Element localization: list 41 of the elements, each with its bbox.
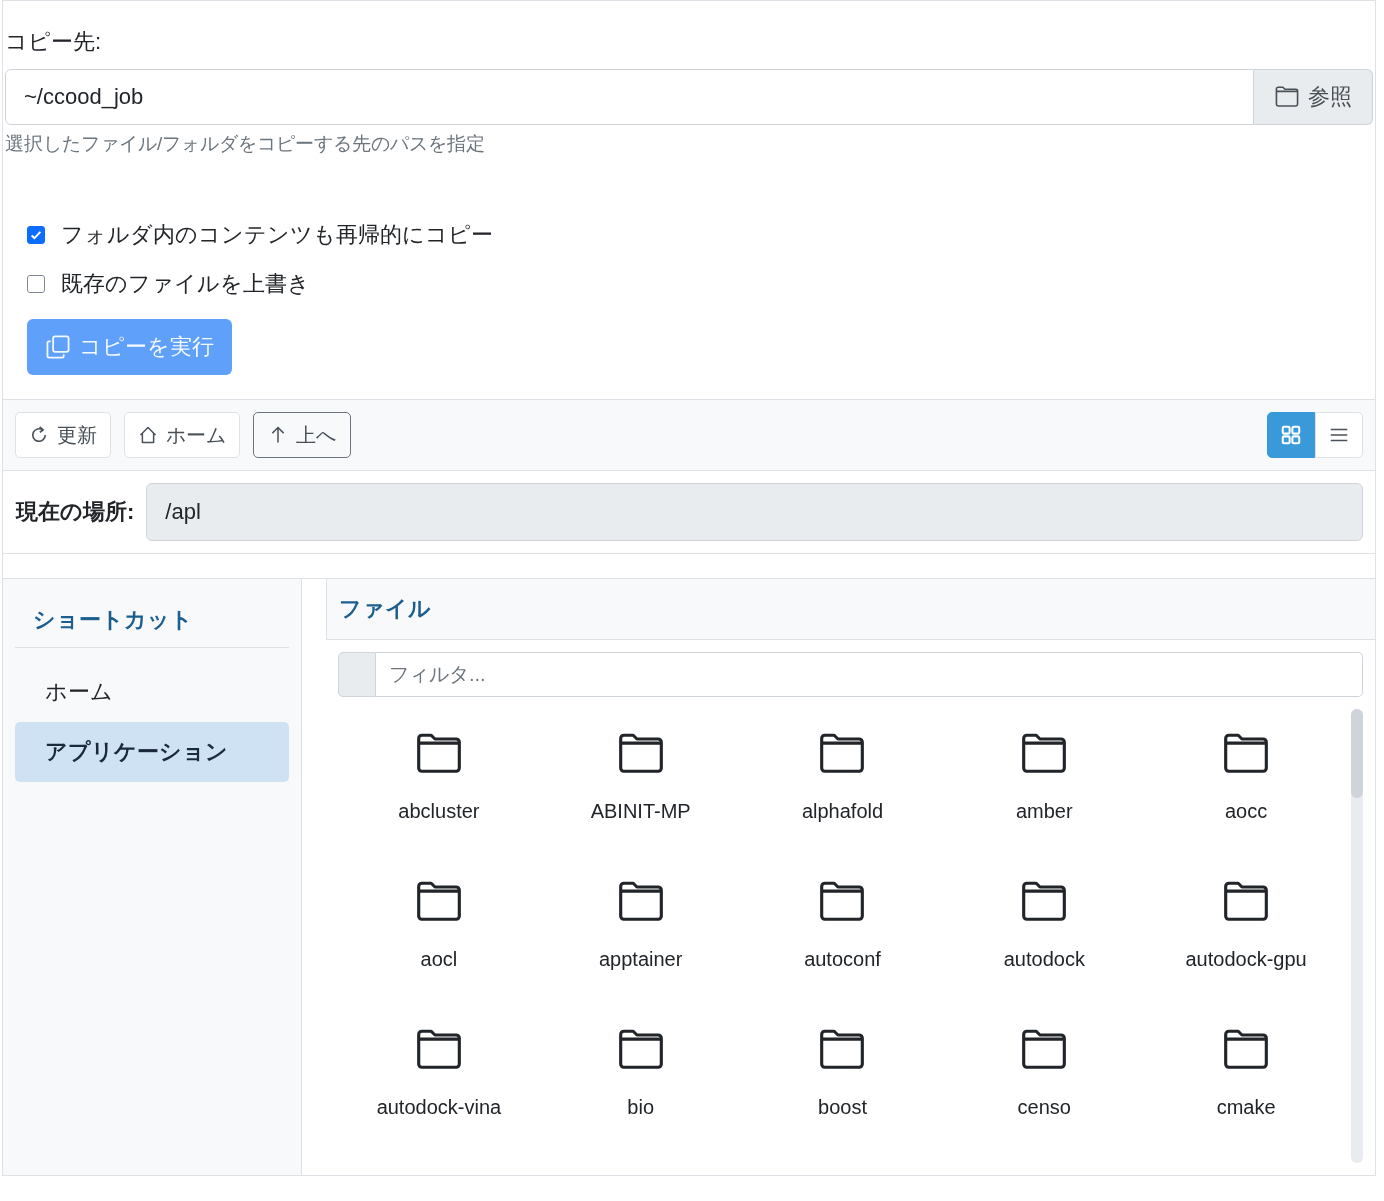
folder-name[interactable]: autoconf bbox=[804, 946, 881, 971]
toolbar-button[interactable]: 上へ bbox=[253, 411, 351, 458]
help-text: 選択したファイル/フォルダをコピーする先のパスを指定 bbox=[5, 133, 487, 157]
folder-name[interactable]: bio bbox=[627, 1094, 655, 1119]
folder-name[interactable]: aocl bbox=[420, 946, 458, 971]
sidebar-item[interactable]: アプリケーション bbox=[15, 722, 289, 783]
checkbox[interactable] bbox=[27, 226, 45, 245]
grid-view-icon bbox=[1280, 423, 1302, 446]
folder-name[interactable]: ABINIT-MP bbox=[590, 798, 691, 823]
files-header: ファイル bbox=[326, 578, 1375, 640]
folder-name[interactable]: autodock-vina bbox=[376, 1094, 502, 1119]
folder-name[interactable]: cmake bbox=[1216, 1094, 1276, 1119]
folder-name[interactable]: autodock bbox=[1003, 946, 1085, 971]
filter-field[interactable]: フィルタ... bbox=[376, 651, 1363, 697]
location-path-field: /apl bbox=[146, 482, 1363, 541]
folder-name[interactable]: amber bbox=[1015, 798, 1073, 823]
view-toggle-button[interactable] bbox=[1267, 411, 1315, 458]
sidebar-item[interactable]: ホーム bbox=[15, 662, 289, 723]
folder-name[interactable]: abcluster bbox=[398, 798, 480, 823]
checkbox[interactable] bbox=[27, 274, 45, 293]
folder-name[interactable]: apptainer bbox=[599, 946, 683, 971]
toolbar-button[interactable]: ホーム bbox=[124, 411, 240, 458]
sidebar-title: ショートカット bbox=[15, 590, 289, 649]
copy-icon bbox=[45, 333, 71, 360]
toolbar-button[interactable]: 更新 bbox=[15, 411, 111, 458]
folder-name[interactable]: boost bbox=[818, 1094, 867, 1119]
filter-addon bbox=[338, 651, 376, 697]
refresh-icon bbox=[29, 424, 49, 445]
checkbox-label: フォルダ内のコンテンツも再帰的にコピー bbox=[61, 222, 493, 249]
folder-name[interactable]: autodock-gpu bbox=[1185, 946, 1307, 971]
browse-button[interactable]: 参照 bbox=[1254, 69, 1373, 126]
location-label: 現在の場所: bbox=[16, 498, 135, 526]
scrollbar-thumb[interactable] bbox=[1351, 708, 1363, 798]
checkbox-label: 既存のファイルを上書き bbox=[61, 270, 310, 297]
folder-name[interactable]: alphafold bbox=[801, 798, 884, 823]
folder-name[interactable]: censo bbox=[1017, 1094, 1071, 1119]
home-icon bbox=[138, 424, 158, 445]
destination-label: コピー先: bbox=[5, 29, 103, 56]
folder-name[interactable]: aocc bbox=[1224, 798, 1268, 823]
scrollbar[interactable] bbox=[1351, 708, 1363, 1163]
destination-field[interactable]: ~/ccood_job bbox=[5, 69, 1254, 126]
